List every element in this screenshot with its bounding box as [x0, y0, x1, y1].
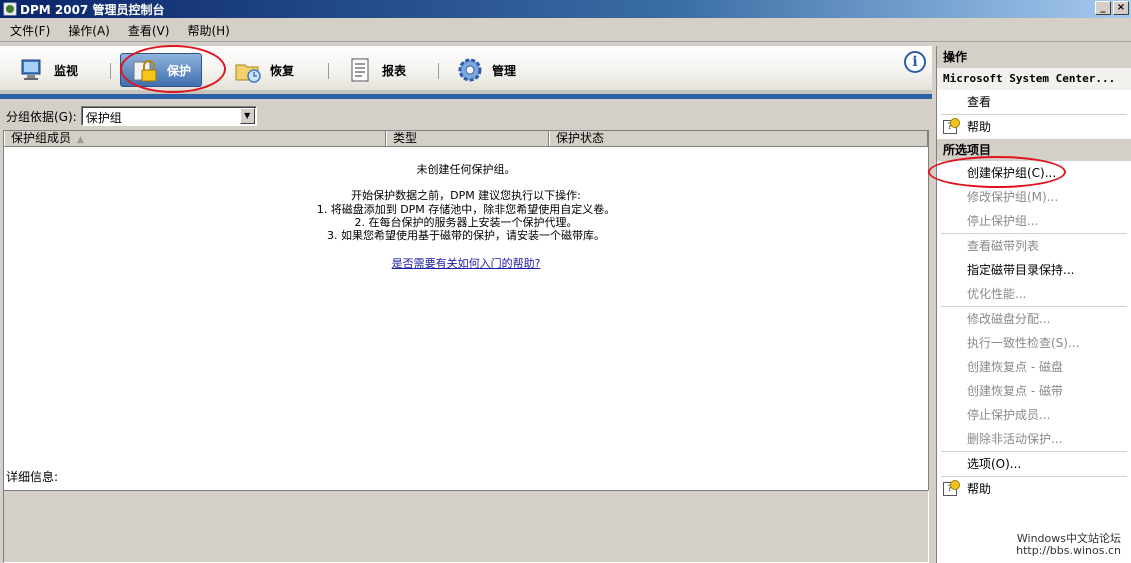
tab-protection-label: 保护: [167, 63, 192, 78]
minimize-button[interactable]: _: [1095, 1, 1111, 15]
empty-step-3: 3. 如果您希望使用基于磁带的保护，请安装一个磁带库。: [327, 229, 605, 242]
column-type-label: 类型: [393, 131, 418, 145]
action-recovery-point-tape[interactable]: 创建恢复点 - 磁带: [937, 379, 1131, 403]
action-stop-protection-member[interactable]: 停止保护成员...: [937, 403, 1131, 427]
action-optimize-performance-label: 优化性能...: [967, 287, 1027, 301]
menu-action[interactable]: 操作(A): [62, 22, 116, 39]
info-icon[interactable]: i: [904, 51, 926, 73]
column-header-type[interactable]: 类型: [386, 131, 549, 146]
action-options-label: 选项(O)...: [967, 457, 1022, 471]
column-header-status[interactable]: 保护状态: [549, 131, 928, 146]
watermark-line-2: http://bbs.winos.cn: [1016, 544, 1121, 557]
action-create-protection-group[interactable]: 创建保护组(C)...: [937, 161, 1131, 185]
help-icon: ?: [943, 118, 960, 134]
nav-divider: [438, 63, 439, 79]
dropdown-arrow-icon[interactable]: ▼: [239, 108, 255, 124]
nav-divider: [110, 63, 111, 79]
action-recovery-point-disk-label: 创建恢复点 - 磁盘: [967, 360, 1063, 374]
management-gear-icon: [458, 58, 482, 82]
menu-bar: 文件(F) 操作(A) 查看(V) 帮助(H): [0, 20, 1131, 42]
title-bar: DPM 2007 管理员控制台 _ ×: [0, 0, 1131, 18]
group-by-label: 分组依据(G):: [6, 109, 77, 124]
tab-management-label: 管理: [492, 63, 517, 78]
action-modify-disk-allocation[interactable]: 修改磁盘分配...: [937, 307, 1131, 331]
help-link-row: 是否需要有关如何入门的帮助?: [4, 255, 928, 271]
window-title: DPM 2007 管理员控制台: [20, 2, 165, 17]
tab-monitoring[interactable]: 监视: [18, 53, 78, 87]
action-create-protection-group-label: 创建保护组(C)...: [967, 166, 1057, 180]
menu-file[interactable]: 文件(F): [4, 22, 56, 39]
action-remove-inactive-protection-label: 删除非活动保护...: [967, 432, 1063, 446]
snapin-title: Microsoft System Center...: [937, 68, 1131, 90]
report-icon: [351, 58, 369, 82]
tab-monitoring-label: 监视: [54, 63, 79, 78]
menu-help[interactable]: 帮助(H): [181, 22, 235, 39]
sort-ascending-icon: ▲: [77, 135, 84, 145]
column-header-members[interactable]: 保护组成员 ▲: [4, 131, 386, 146]
action-recovery-point-disk[interactable]: 创建恢复点 - 磁盘: [937, 355, 1131, 379]
action-stop-protection-member-label: 停止保护成员...: [967, 408, 1051, 422]
action-modify-protection-group[interactable]: 修改保护组(M)...: [937, 185, 1131, 209]
table-header: 保护组成员 ▲ 类型 保护状态: [4, 131, 928, 147]
tab-reporting-label: 报表: [382, 63, 407, 78]
action-consistency-check[interactable]: 执行一致性检查(S)...: [937, 331, 1131, 355]
action-stop-protection-group[interactable]: 停止保护组...: [937, 209, 1131, 233]
nav-accent-strip: [0, 94, 932, 99]
action-modify-protection-group-label: 修改保护组(M)...: [967, 190, 1059, 204]
action-tape-catalog-retention[interactable]: 指定磁带目录保持...: [937, 258, 1131, 282]
action-stop-protection-group-label: 停止保护组...: [967, 214, 1039, 228]
action-help-bottom-label: 帮助: [967, 482, 992, 496]
action-optimize-performance[interactable]: 优化性能...: [937, 282, 1131, 306]
tab-recovery-label: 恢复: [270, 63, 295, 78]
action-view-label: 查看: [967, 95, 992, 109]
details-label: 详细信息:: [6, 470, 59, 484]
tab-management[interactable]: 管理: [456, 53, 516, 87]
action-consistency-check-label: 执行一致性检查(S)...: [967, 336, 1080, 350]
column-members-label: 保护组成员: [11, 131, 72, 145]
action-view-tape-list-label: 查看磁带列表: [967, 239, 1040, 253]
protection-groups-table: 保护组成员 ▲ 类型 保护状态 未创建任何保护组。 开始保护数据之前，DPM 建议…: [3, 130, 929, 500]
navigation-bar: 监视 保护 恢复 报表 管理 i: [0, 46, 932, 94]
menu-view[interactable]: 查看(V): [122, 22, 176, 39]
action-options[interactable]: 选项(O)...: [937, 452, 1131, 476]
tab-reporting[interactable]: 报表: [346, 53, 406, 87]
action-help-top-label: 帮助: [967, 120, 992, 134]
action-recovery-point-tape-label: 创建恢复点 - 磁带: [967, 384, 1063, 398]
monitor-icon: [21, 59, 41, 80]
tab-protection[interactable]: 保护: [120, 53, 203, 87]
tab-recovery[interactable]: 恢复: [234, 53, 294, 87]
empty-title: 未创建任何保护组。: [416, 163, 516, 176]
actions-pane: 操作 Microsoft System Center... 查看 ? 帮助 所选项…: [936, 46, 1131, 563]
actions-header: 操作: [937, 46, 1131, 68]
action-remove-inactive-protection[interactable]: 删除非活动保护...: [937, 427, 1131, 451]
window-controls: _ ×: [1095, 1, 1129, 15]
action-modify-disk-allocation-label: 修改磁盘分配...: [967, 312, 1051, 326]
group-by-row: 分组依据(G): 保护组 ▼: [6, 106, 257, 126]
help-icon: ?: [943, 480, 960, 496]
main-panel: 监视 保护 恢复 报表 管理 i 分组依据(G): 保护组 ▼ 保护组成员 ▲ …: [0, 46, 932, 563]
group-by-value: 保护组: [85, 111, 122, 125]
close-button[interactable]: ×: [1113, 1, 1129, 15]
group-by-select[interactable]: 保护组 ▼: [80, 106, 257, 126]
dpm-app-icon: [3, 2, 17, 16]
action-view-tape-list[interactable]: 查看磁带列表: [937, 234, 1131, 258]
action-view[interactable]: 查看: [937, 90, 1131, 114]
column-status-label: 保护状态: [556, 131, 605, 145]
nav-divider: [328, 63, 329, 79]
selected-items-header: 所选项目: [937, 139, 1131, 161]
action-help-bottom[interactable]: ? 帮助: [937, 477, 1131, 501]
recovery-folder-icon: [235, 64, 261, 83]
protection-lock-icon: [133, 60, 157, 82]
action-tape-catalog-retention-label: 指定磁带目录保持...: [967, 263, 1075, 277]
details-pane: [3, 490, 929, 563]
action-help-top[interactable]: ? 帮助: [937, 115, 1131, 139]
getting-started-help-link[interactable]: 是否需要有关如何入门的帮助?: [392, 257, 541, 270]
